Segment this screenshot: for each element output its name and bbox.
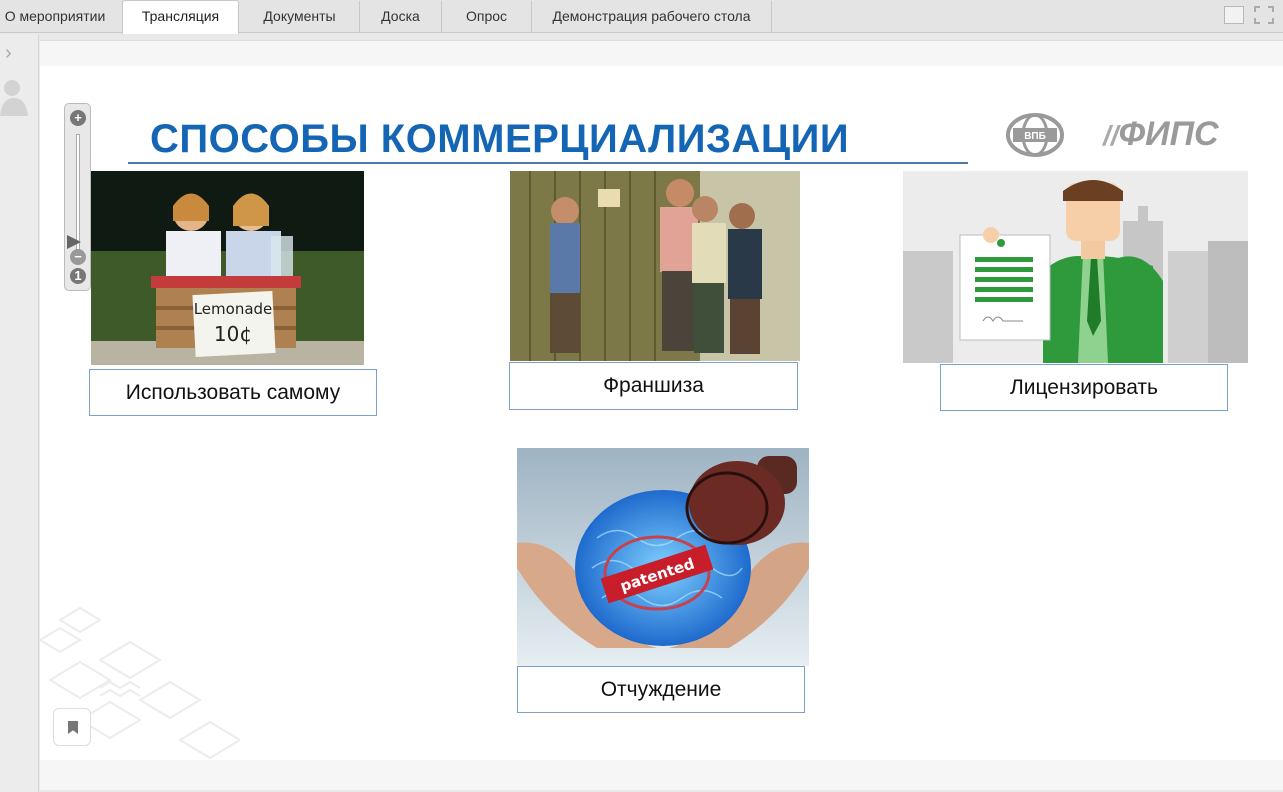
franchise-image bbox=[510, 171, 800, 361]
caption-use-yourself: Использовать самому bbox=[89, 369, 377, 416]
caption-franchise: Франшиза bbox=[509, 362, 798, 410]
chevron-right-icon[interactable]: › bbox=[5, 42, 12, 65]
bookmark-icon bbox=[68, 721, 78, 734]
tab-board[interactable]: Доска bbox=[360, 1, 442, 32]
vpb-logo: ВПБ bbox=[1006, 113, 1064, 157]
zoom-reset-button[interactable]: 1 bbox=[70, 268, 86, 284]
caption-license: Лицензировать bbox=[940, 364, 1228, 411]
user-icon[interactable] bbox=[0, 78, 28, 116]
patented-brain-image: patented bbox=[517, 448, 809, 666]
caption-alienation: Отчуждение bbox=[517, 666, 805, 713]
title-underline bbox=[128, 162, 968, 164]
window-restore-icon[interactable] bbox=[1224, 6, 1244, 24]
license-image bbox=[903, 171, 1248, 363]
tab-desktop-share[interactable]: Демонстрация рабочего стола bbox=[532, 1, 772, 32]
bookmark-button[interactable] bbox=[53, 708, 91, 746]
vpb-logo-text: ВПБ bbox=[1024, 131, 1046, 142]
sign-line-1: Lemonade bbox=[194, 300, 273, 318]
fullscreen-icon[interactable] bbox=[1254, 6, 1274, 24]
zoom-out-button[interactable]: − bbox=[70, 249, 86, 265]
tab-documents[interactable]: Документы bbox=[240, 1, 360, 32]
slide-title: СПОСОБЫ КОММЕРЦИАЛИЗАЦИИ bbox=[150, 117, 850, 161]
tab-poll[interactable]: Опрос bbox=[442, 1, 532, 32]
lemonade-stand-image: Lemonade 10¢ bbox=[91, 171, 364, 365]
tab-broadcast[interactable]: Трансляция bbox=[122, 0, 239, 34]
zoom-slider-handle[interactable] bbox=[67, 235, 81, 249]
tab-event-info[interactable]: О мероприятии bbox=[0, 1, 123, 32]
tab-bar: О мероприятии Трансляция Документы Доска… bbox=[0, 0, 1283, 34]
sign-line-2: 10¢ bbox=[214, 322, 252, 346]
zoom-control: + − 1 bbox=[64, 103, 91, 291]
fips-logo: //ФИПС bbox=[1103, 115, 1219, 153]
left-rail: › bbox=[0, 34, 39, 792]
zoom-in-button[interactable]: + bbox=[70, 110, 86, 126]
